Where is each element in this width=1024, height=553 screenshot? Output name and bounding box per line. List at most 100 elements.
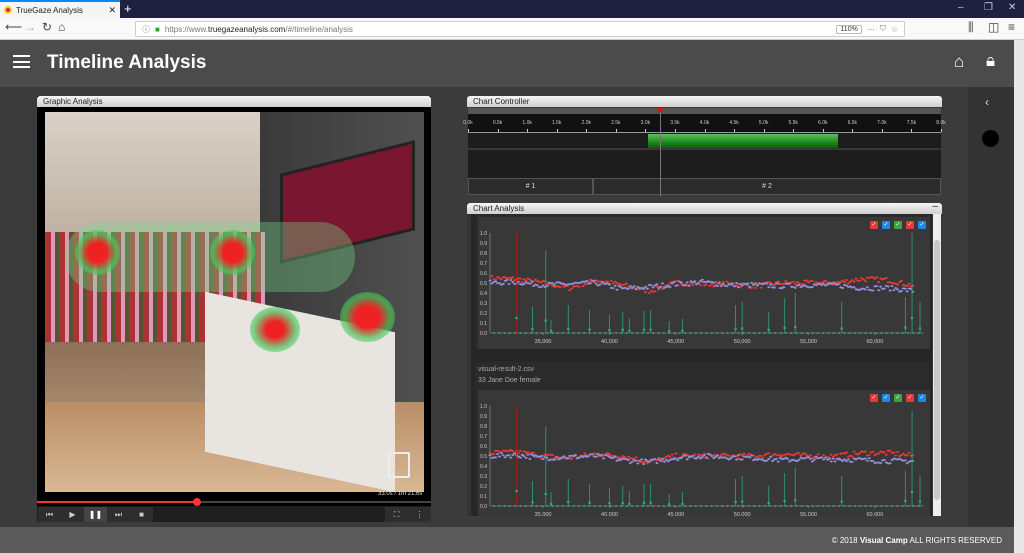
data-point [587, 454, 590, 458]
ruler-tick-label: 3.5k [670, 120, 680, 126]
maximize-button[interactable]: ❐ [984, 2, 993, 13]
back-icon[interactable]: ⟵ [5, 20, 22, 34]
scatter-chart[interactable]: ✓ ✓ ✓ ✓ ✓ 0.0 0.1 0.2 0.3 0.4 0.5 0.6 0.7 0.8 0.9 1.0 35… [478, 390, 930, 516]
data-point [541, 284, 545, 287]
skip-forward-icon[interactable]: ⏭ [107, 507, 130, 522]
data-point [546, 505, 549, 507]
scatter-chart[interactable]: ✓ ✓ ✓ ✓ ✓ 0.0 0.1 0.2 0.3 0.4 0.5 0.6 0.7 0.8 0.9 1.0 35… [478, 217, 930, 349]
data-point [676, 459, 679, 462]
home-icon[interactable]: ⌂ [954, 52, 964, 72]
data-point [632, 285, 636, 288]
data-point [838, 505, 841, 507]
data-point [578, 456, 581, 459]
lock-icon[interactable]: 🔒︎ [986, 51, 995, 71]
segment-1[interactable]: # 1 [468, 178, 593, 195]
browser-menu-icon[interactable]: ≡ [1008, 20, 1015, 34]
new-tab-button[interactable]: + [124, 1, 132, 16]
data-point [721, 332, 724, 334]
chart-scrollbar-thumb[interactable] [934, 240, 940, 500]
data-point [845, 278, 848, 282]
data-point [746, 282, 749, 285]
y-tick-label: 0.4 [480, 291, 487, 297]
data-point [650, 284, 653, 287]
data-point [606, 454, 609, 457]
stop-icon[interactable]: ■ [130, 507, 153, 522]
library-icon[interactable]: ⫼ [968, 20, 974, 35]
data-point [667, 502, 671, 506]
play-icon[interactable]: ▶ [61, 507, 84, 522]
home-nav-icon[interactable]: ⌂ [58, 20, 65, 34]
data-point [651, 286, 655, 289]
data-point [904, 499, 907, 503]
data-point [840, 327, 844, 330]
chevron-left-icon[interactable]: ‹ [985, 95, 989, 109]
minimize-button[interactable]: – [958, 2, 964, 13]
data-point [659, 285, 662, 288]
browser-tab[interactable]: TrueGaze Analysis ✕ [0, 0, 120, 18]
seek-bar[interactable] [37, 501, 431, 503]
more-icon[interactable]: ··· [867, 25, 875, 34]
data-point [540, 332, 543, 334]
data-point [784, 279, 787, 283]
data-point [636, 332, 639, 334]
seek-handle[interactable] [192, 498, 201, 506]
data-point [595, 282, 598, 285]
data-point [710, 332, 713, 334]
data-point [500, 451, 503, 455]
data-point [524, 505, 527, 507]
data-point [570, 457, 573, 461]
pocket-icon[interactable]: ⛉ [880, 24, 886, 34]
data-point [513, 452, 516, 455]
y-tick-label: 0.7 [480, 434, 487, 440]
data-point [864, 332, 867, 334]
data-point [737, 332, 740, 334]
data-point [822, 505, 825, 507]
save-icon[interactable] [388, 452, 410, 478]
close-window-button[interactable]: ✕ [1008, 2, 1016, 13]
page-scrollbar[interactable] [1014, 40, 1024, 553]
playhead-marker-icon[interactable] [657, 108, 664, 113]
bookmark-star-icon[interactable]: ☆ [891, 25, 898, 34]
data-point [684, 505, 687, 507]
data-point [662, 332, 665, 334]
timeline-ruler[interactable]: 0.0k 0.5k 1.0k 1.5k 2.0k 2.5k 3.0k 3.5k 4.0k 4.5k… [463, 114, 946, 133]
data-point [636, 505, 639, 507]
playhead-line[interactable] [660, 112, 662, 196]
data-point [517, 452, 520, 455]
sidebar-toggle-icon[interactable]: ◫ [988, 20, 999, 34]
url-bar[interactable]: ⓘ ■ https://www.truegazeanalysis.com/#/t… [135, 21, 905, 37]
data-point [498, 281, 501, 285]
data-point [694, 505, 697, 507]
heatmap-video-frame[interactable] [45, 112, 424, 492]
ruler-tick-mark [763, 129, 765, 132]
data-point [665, 285, 668, 289]
hamburger-menu-icon[interactable] [13, 55, 30, 68]
minimize-panel-icon[interactable]: – [932, 201, 938, 212]
zoom-level[interactable]: 110% [836, 24, 862, 34]
close-tab-icon[interactable]: ✕ [108, 5, 116, 16]
data-point [830, 460, 833, 463]
data-point [608, 502, 611, 505]
data-point [758, 505, 761, 507]
data-point [747, 505, 750, 507]
more-vertical-icon[interactable]: ⋮ [408, 507, 431, 522]
data-point [602, 457, 605, 460]
data-point [708, 453, 712, 456]
y-tick-label: 0.3 [480, 474, 487, 480]
y-tick-label: 0.1 [480, 494, 487, 500]
segment-2[interactable]: # 2 [593, 178, 941, 195]
data-point [864, 450, 867, 453]
data-point [540, 286, 543, 289]
data-point [627, 455, 630, 458]
fullscreen-icon[interactable]: ⛶ [385, 507, 408, 522]
data-point [894, 454, 897, 457]
data-point [500, 278, 503, 281]
selected-range-bar[interactable] [648, 134, 838, 148]
skip-back-icon[interactable]: ⏮ [38, 507, 61, 522]
pause-icon[interactable]: ❚❚ [84, 507, 107, 522]
reload-icon[interactable]: ↻ [42, 20, 52, 34]
data-point [599, 332, 602, 334]
data-point [680, 456, 683, 460]
ruler-tick-mark [881, 129, 883, 132]
forward-icon[interactable]: → [24, 20, 36, 34]
